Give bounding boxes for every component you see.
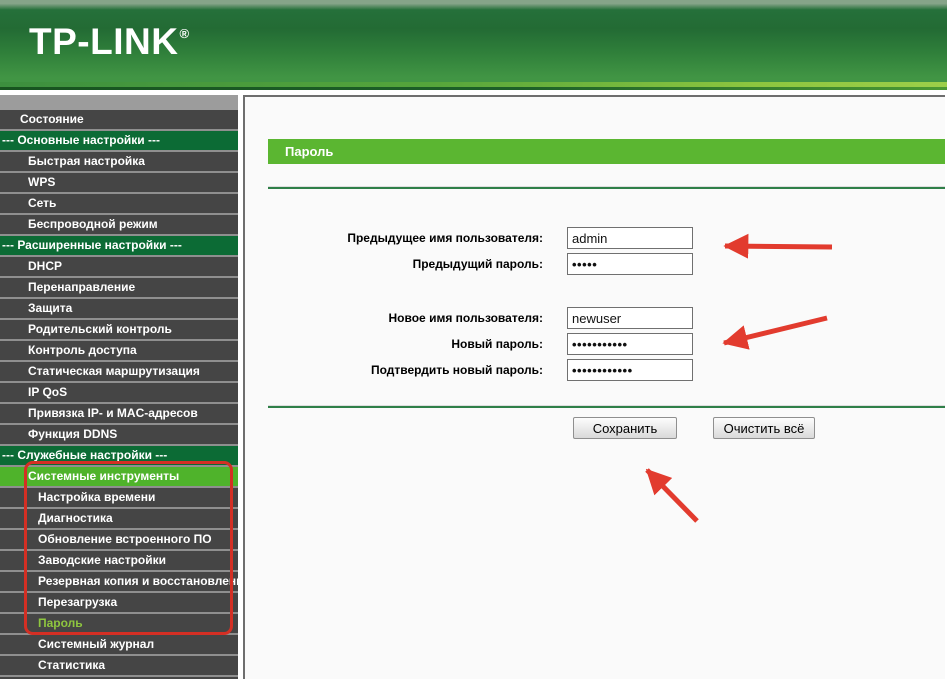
sidebar-item-label: Пароль [38, 616, 83, 630]
sidebar-item-label: Системный журнал [38, 637, 155, 651]
save-button[interactable]: Сохранить [573, 417, 677, 439]
sidebar-item-label: Системные инструменты [28, 469, 180, 483]
sidebar-item-access-control[interactable]: Контроль доступа [0, 341, 238, 360]
registered-trademark-icon: ® [179, 26, 190, 41]
sidebar-item-firmware-upgrade[interactable]: Обновление встроенного ПО [0, 530, 238, 549]
sidebar-item-label: Перенаправление [28, 280, 136, 294]
sidebar-item-static-routing[interactable]: Статическая маршрутизация [0, 362, 238, 381]
sidebar-item-ip-qos[interactable]: IP QoS [0, 383, 238, 402]
sidebar-item-label: Заводские настройки [38, 553, 166, 567]
sidebar-item-label: --- Основные настройки --- [2, 133, 161, 147]
sidebar-item-reboot[interactable]: Перезагрузка [0, 593, 238, 612]
sidebar-item-label: Контроль доступа [28, 343, 137, 357]
sidebar-top-strip [0, 95, 238, 110]
sidebar-item-label: IP QoS [28, 385, 68, 399]
clear-all-button[interactable]: Очистить всё [713, 417, 815, 439]
sidebar-item-statistics[interactable]: Статистика [0, 656, 238, 675]
sidebar-item-label: Привязка IP- и MAC-адресов [28, 406, 198, 420]
sidebar-item-ip-mac-binding[interactable]: Привязка IP- и MAC-адресов [0, 404, 238, 423]
sidebar-item-wireless[interactable]: Беспроводной режим [0, 215, 238, 234]
sidebar-item-dhcp[interactable]: DHCP [0, 257, 238, 276]
input-confirm-password[interactable] [567, 359, 693, 381]
sidebar-item-label: Функция DDNS [28, 427, 118, 441]
form-row-confirm-password: Подтвердить новый пароль: [245, 359, 945, 381]
field-label: Новое имя пользователя: [388, 311, 543, 325]
sidebar-items: Состояние --- Основные настройки --- Быс… [0, 110, 238, 679]
sidebar-item-password[interactable]: Пароль [0, 614, 238, 633]
sidebar-item-system-log[interactable]: Системный журнал [0, 635, 238, 654]
sidebar-item-label: Беспроводной режим [28, 217, 158, 231]
sidebar-item-label: Статическая маршрутизация [28, 364, 200, 378]
field-label: Подтвердить новый пароль: [371, 363, 543, 377]
input-old-password[interactable] [567, 253, 693, 275]
field-label: Новый пароль: [451, 337, 543, 351]
sidebar-item-status[interactable]: Состояние [0, 110, 238, 129]
sidebar-item-diagnostics[interactable]: Диагностика [0, 509, 238, 528]
form-row-old-username: Предыдущее имя пользователя: [245, 227, 945, 249]
sidebar-item-parental-control[interactable]: Родительский контроль [0, 320, 238, 339]
password-form: Предыдущее имя пользователя: Предыдущий … [245, 97, 945, 679]
sidebar-item-forwarding[interactable]: Перенаправление [0, 278, 238, 297]
sidebar-item-advanced-settings-section[interactable]: --- Расширенные настройки --- [0, 236, 238, 255]
divider [268, 405, 945, 408]
input-new-username[interactable] [567, 307, 693, 329]
sidebar-item-label: Быстрая настройка [28, 154, 145, 168]
sidebar-item-wps[interactable]: WPS [0, 173, 238, 192]
tp-link-logo: TP-LINK® [29, 21, 190, 68]
input-old-username[interactable] [567, 227, 693, 249]
sidebar-item-quick-setup[interactable]: Быстрая настройка [0, 152, 238, 171]
sidebar-item-basic-settings-section[interactable]: --- Основные настройки --- [0, 131, 238, 150]
sidebar-item-label: --- Расширенные настройки --- [2, 238, 182, 252]
sidebar-item-label: Сеть [28, 196, 57, 210]
sidebar-item-label: Резервная копия и восстановление [38, 574, 238, 588]
main-content: Пароль Предыдущее имя пользователя: Пред… [243, 95, 945, 679]
field-label: Предыдущее имя пользователя: [347, 231, 543, 245]
sidebar-item-system-tools[interactable]: Системные инструменты [0, 467, 238, 486]
sidebar-item-label: Настройка времени [38, 490, 156, 504]
sidebar-menu: Состояние --- Основные настройки --- Быс… [0, 95, 238, 679]
input-new-password[interactable] [567, 333, 693, 355]
sidebar-item-backup-restore[interactable]: Резервная копия и восстановление [0, 572, 238, 591]
sidebar-item-label: --- Служебные настройки --- [2, 448, 168, 462]
sidebar-item-label: Защита [28, 301, 73, 315]
sidebar-item-factory-defaults[interactable]: Заводские настройки [0, 551, 238, 570]
sidebar-item-label: Перезагрузка [38, 595, 118, 609]
sidebar-item-ddns[interactable]: Функция DDNS [0, 425, 238, 444]
sidebar-item-label: Обновление встроенного ПО [38, 532, 212, 546]
header-bottom-edge [0, 87, 947, 90]
form-row-old-password: Предыдущий пароль: [245, 253, 945, 275]
sidebar-item-label: Диагностика [38, 511, 113, 525]
field-label: Предыдущий пароль: [412, 257, 543, 271]
tp-link-logo-text: TP-LINK [29, 21, 179, 62]
sidebar-item-label: Родительский контроль [28, 322, 172, 336]
sidebar-item-security[interactable]: Защита [0, 299, 238, 318]
form-row-new-password: Новый пароль: [245, 333, 945, 355]
sidebar-item-label: WPS [28, 175, 56, 189]
sidebar-item-label: Состояние [20, 112, 84, 126]
sidebar-item-label: Статистика [38, 658, 106, 672]
sidebar-item-service-settings-section[interactable]: --- Служебные настройки --- [0, 446, 238, 465]
form-row-new-username: Новое имя пользователя: [245, 307, 945, 329]
header-banner: TP-LINK® [0, 0, 947, 90]
sidebar-item-time-settings[interactable]: Настройка времени [0, 488, 238, 507]
sidebar-item-label: DHCP [28, 259, 63, 273]
sidebar-item-network[interactable]: Сеть [0, 194, 238, 213]
